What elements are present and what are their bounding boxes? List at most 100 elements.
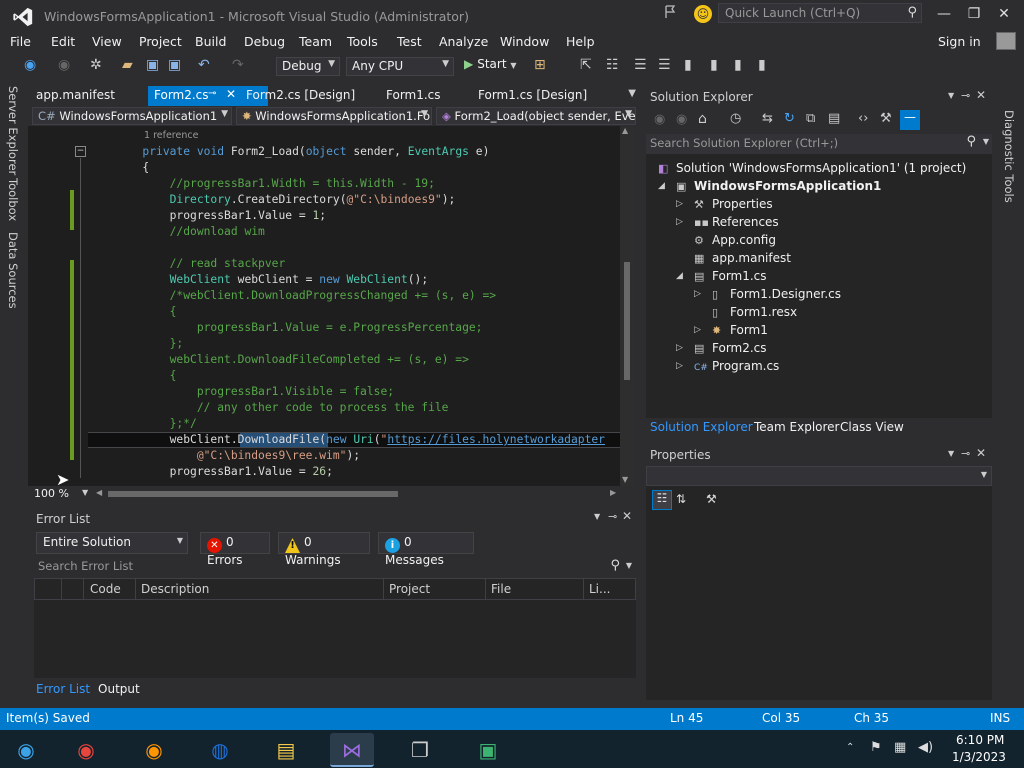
scroll-right-icon[interactable]: ▶ [610, 488, 616, 497]
show-hidden-icons-icon[interactable]: ⌃ [846, 742, 854, 753]
view-code-icon[interactable]: ‹› [858, 111, 868, 126]
expanded-arrow-icon[interactable]: ◢ [658, 181, 665, 191]
menu-help[interactable]: Help [566, 34, 595, 49]
code-editor[interactable]: − 1 reference private void Form2_Load(ob… [28, 126, 634, 486]
align-icon[interactable]: ☷ [606, 57, 619, 73]
properties-wrench-icon[interactable]: ⚒ [880, 111, 892, 126]
browse-icon[interactable]: ⊞ [534, 57, 546, 73]
send-feedback-smiley-icon[interactable]: ☺ [694, 5, 712, 23]
collapsed-arrow-icon[interactable]: ▷ [676, 217, 683, 227]
warnings-filter-button[interactable]: ! 0 Warnings [278, 532, 370, 567]
errors-filter-button[interactable]: ✕ 0 Errors [200, 532, 270, 567]
panel-menu-icon[interactable]: ▼ [948, 91, 954, 100]
codelens-references[interactable]: 1 reference [144, 130, 198, 141]
volume-icon[interactable]: ◀) [918, 740, 933, 755]
pin-icon[interactable]: ⊸ [608, 510, 617, 523]
collapsed-arrow-icon[interactable]: ▷ [676, 361, 683, 371]
tab-class-view[interactable]: Class View [840, 420, 904, 434]
tree-program-cs[interactable]: ▷ C# Program.cs [676, 359, 779, 373]
save-all-icon[interactable]: ▣ [168, 57, 181, 73]
pin-icon[interactable]: ⊸ [208, 88, 216, 99]
open-file-icon[interactable]: ▰ [122, 57, 133, 73]
forward-icon[interactable]: ◉ [58, 57, 70, 73]
error-list-search-input[interactable]: Search Error List ⚲ ▼ [34, 558, 634, 576]
close-tab-icon[interactable]: ✕ [226, 87, 236, 101]
tab-app-manifest[interactable]: app.manifest [30, 86, 148, 106]
clear-bookmarks-icon[interactable]: ▮ [758, 57, 766, 73]
tree-properties[interactable]: ▷ ⚒ Properties [676, 197, 773, 211]
messages-filter-button[interactable]: i0 Messages [378, 532, 474, 567]
column-file[interactable]: File [491, 582, 511, 596]
installer-icon[interactable]: ▣ [466, 733, 510, 767]
clock-time[interactable]: 6:10 PM [956, 733, 1004, 747]
menu-build[interactable]: Build [195, 34, 226, 49]
chevron-down-icon[interactable]: ▼ [983, 137, 989, 146]
home-icon[interactable]: ⌂ [698, 111, 707, 127]
zoom-level[interactable]: 100 % [34, 487, 69, 500]
categorized-icon[interactable]: ☷ [652, 490, 672, 510]
close-panel-icon[interactable]: ✕ [976, 446, 986, 460]
tree-form2-cs[interactable]: ▷ ▤ Form2.cs [676, 341, 767, 355]
class-dropdown[interactable]: ✸ WindowsFormsApplication1.Fo ▼ [236, 107, 432, 125]
show-all-files-icon[interactable]: ▤ [828, 111, 840, 126]
properties-object-dropdown[interactable]: ▼ [646, 466, 992, 486]
column-description[interactable]: Description [141, 582, 209, 596]
redo-icon[interactable]: ↷ [232, 57, 244, 73]
collapsed-arrow-icon[interactable]: ▷ [694, 325, 701, 335]
firefox-icon[interactable]: ◉ [132, 733, 176, 767]
quick-launch-input[interactable]: Quick Launch (Ctrl+Q) ⚲ [718, 3, 922, 23]
panel-menu-icon[interactable]: ▼ [594, 512, 600, 521]
collapse-icon[interactable]: − [75, 146, 86, 157]
step-icon[interactable]: ⇱ [580, 57, 592, 73]
alphabetical-icon[interactable]: ⇅ [676, 492, 686, 506]
menu-window[interactable]: Window [500, 34, 549, 49]
menu-view[interactable]: View [92, 34, 122, 49]
member-dropdown[interactable]: ◈ Form2_Load(object sender, Eve ▼ [436, 107, 636, 125]
menu-file[interactable]: File [10, 34, 31, 49]
bookmark-icon[interactable]: ▮ [684, 57, 692, 73]
scroll-up-icon[interactable]: ▲ [622, 126, 628, 135]
collapse-all-icon[interactable]: ⧉ [806, 111, 815, 126]
server-explorer-tab[interactable]: Server Explorer [6, 86, 20, 175]
scroll-down-icon[interactable]: ▼ [622, 475, 628, 484]
clock-date[interactable]: 1/3/2023 [952, 750, 1006, 764]
search-icon[interactable]: ⚲ [907, 5, 917, 20]
tree-app-manifest[interactable]: ▦ app.manifest [694, 251, 791, 265]
undo-icon[interactable]: ↶ [198, 57, 210, 73]
editor-scroll-thumb[interactable] [624, 262, 630, 380]
action-center-flag-icon[interactable]: ⚑ [870, 740, 882, 755]
tree-form1-resx[interactable]: ▯ Form1.resx [712, 305, 797, 319]
tab-overflow-icon[interactable]: ▼ [628, 88, 636, 99]
account-avatar[interactable] [996, 32, 1016, 50]
tab-form1-cs[interactable]: Form1.cs [380, 86, 472, 106]
tree-form1-cs[interactable]: ◢ ▤ Form1.cs [676, 269, 767, 283]
zoom-dropdown-icon[interactable]: ▼ [82, 488, 88, 497]
tab-solution-explorer[interactable]: Solution Explorer [650, 420, 753, 434]
tab-output[interactable]: Output [98, 682, 140, 696]
column-code[interactable]: Code [90, 582, 121, 596]
toolbox-tab[interactable]: Toolbox [6, 178, 20, 221]
expanded-arrow-icon[interactable]: ◢ [676, 271, 683, 281]
collapsed-arrow-icon[interactable]: ▷ [694, 289, 701, 299]
close-panel-icon[interactable]: ✕ [976, 88, 986, 102]
scope-dropdown[interactable]: Entire Solution ▼ [36, 532, 188, 554]
pending-changes-icon[interactable]: ◷ [730, 111, 741, 126]
tab-form2-design[interactable]: Form2.cs [Design] [240, 86, 380, 106]
tree-solution[interactable]: ◧ Solution 'WindowsFormsApplication1' (1 … [658, 161, 966, 175]
tree-project[interactable]: ◢ ▣ WindowsFormsApplication1 [658, 179, 881, 193]
back-icon[interactable]: ◉ [654, 112, 665, 127]
scroll-left-icon[interactable]: ◀ [96, 488, 102, 497]
sign-in-link[interactable]: Sign in [938, 34, 981, 49]
forward-icon[interactable]: ◉ [676, 112, 687, 127]
start-debugging-button[interactable]: ▶ Start ▼ [464, 57, 517, 71]
menu-analyze[interactable]: Analyze [439, 34, 488, 49]
property-pages-icon[interactable]: ⚒ [706, 492, 717, 506]
minimize-button[interactable]: — [930, 4, 958, 24]
collapsed-arrow-icon[interactable]: ▷ [676, 343, 683, 353]
horizontal-scroll-thumb[interactable] [108, 491, 398, 497]
collapsed-arrow-icon[interactable]: ▷ [676, 199, 683, 209]
chevron-down-icon[interactable]: ▼ [626, 561, 632, 570]
visual-studio-icon[interactable]: ⋈ [330, 733, 374, 767]
preview-selected-icon[interactable]: — [900, 110, 920, 130]
data-sources-tab[interactable]: Data Sources [6, 232, 20, 309]
